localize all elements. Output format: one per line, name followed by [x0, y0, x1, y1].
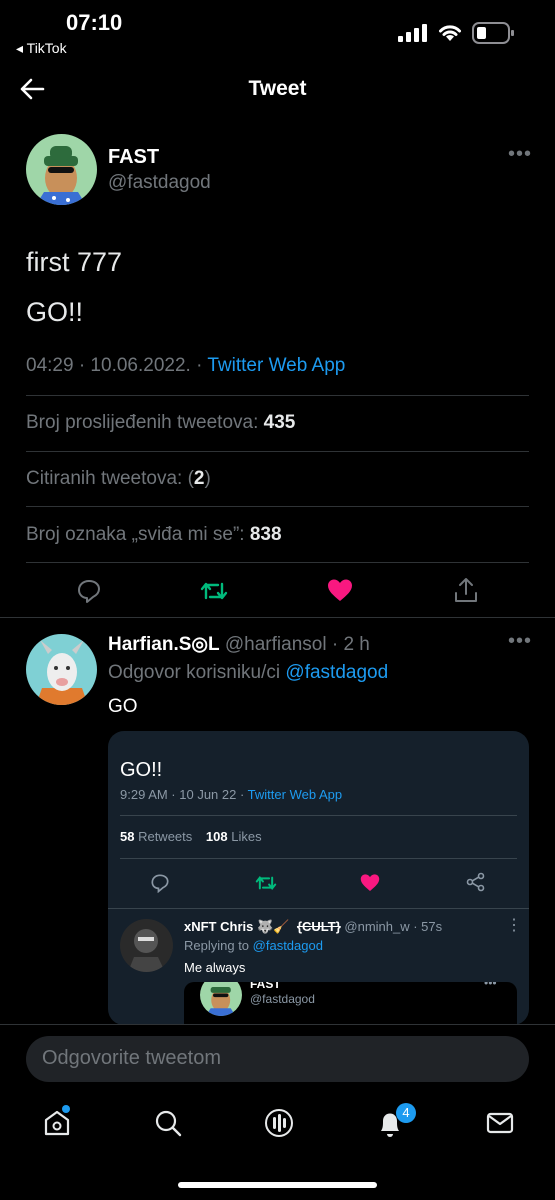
cellular-signal-icon: [398, 24, 428, 42]
wifi-icon: [437, 22, 463, 42]
nested-more-icon: ⋮: [506, 917, 522, 934]
search-tab-icon[interactable]: [153, 1108, 183, 1138]
reply-icon[interactable]: [76, 578, 102, 604]
reply-compose-input[interactable]: Odgovorite tweetom: [26, 1036, 529, 1082]
reply-more-options-icon[interactable]: •••: [508, 630, 532, 653]
home-unread-dot: [62, 1105, 70, 1113]
replying-to-label: Odgovor korisniku/ci: [108, 662, 286, 683]
nested-author-name: xNFT Chris 🐺🧹: [184, 919, 290, 934]
reply-media-image[interactable]: GO!! 9:29 AM · 10 Jun 22 · Twitter Web A…: [108, 731, 529, 1025]
tweet-meta: 04:29 · 10.06.2022. · Twitter Web App: [26, 355, 345, 377]
reply-author-avatar[interactable]: [26, 634, 97, 705]
quote-count-value: 2: [193, 468, 205, 489]
embed-meta: 9:29 AM · 10 Jun 22 · Twitter Web App: [120, 787, 342, 802]
page-title: Tweet: [248, 77, 307, 100]
embed-retweets-label: Retweets: [134, 829, 193, 844]
like-count-label: Broj oznaka „sviđa mi se”:: [26, 524, 250, 545]
divider: [0, 617, 555, 618]
reply-compose-placeholder: Odgovorite tweetom: [42, 1047, 221, 1069]
status-bar: 07:10 ◂ TikTok: [0, 0, 555, 60]
embed-retweet-icon: [255, 873, 277, 893]
tab-bar: 4: [0, 1096, 555, 1200]
notifications-badge: 4: [396, 1103, 416, 1123]
nested-time: · 57s: [409, 919, 443, 934]
tweet-line: GO!!: [26, 297, 84, 327]
author-handle[interactable]: @fastdagod: [108, 172, 211, 194]
retweet-icon[interactable]: [200, 578, 228, 604]
embed-stats: 58 Retweets 108 Likes: [120, 829, 262, 844]
reply-time: · 2 h: [326, 634, 370, 655]
more-options-icon[interactable]: •••: [508, 143, 532, 166]
replying-to-link[interactable]: @fastdagod: [285, 662, 388, 683]
embed-reply-icon: [150, 873, 170, 893]
quote-count-row[interactable]: Citiranih tweetova: (2): [26, 468, 211, 490]
inner-more-icon: •••: [484, 982, 497, 990]
divider: [120, 815, 517, 816]
nested-author-avatar: [120, 919, 173, 972]
tweet-text: first 777 GO!!: [26, 237, 122, 337]
like-heart-icon[interactable]: [327, 578, 353, 602]
inner-avatar: [200, 982, 242, 1016]
like-count-value: 838: [249, 524, 282, 545]
divider: [26, 451, 529, 452]
home-indicator: [178, 1182, 377, 1188]
divider: [26, 506, 529, 507]
embed-tweet-text: GO!!: [120, 759, 163, 781]
reply-author-name[interactable]: Harfian.S◎L: [108, 634, 220, 655]
back-to-app-link[interactable]: ◂ TikTok: [16, 40, 67, 57]
tweet-timestamp: 04:29 · 10.06.2022. ·: [26, 355, 208, 376]
nested-author-handle: @nminh_w: [344, 919, 410, 934]
reply-author-handle[interactable]: @harfiansol: [225, 634, 327, 655]
retweet-count-row[interactable]: Broj proslijeđenih tweetova: 435: [26, 412, 295, 434]
retweet-count-value: 435: [263, 412, 296, 433]
divider: [120, 858, 517, 859]
embed-source: Twitter Web App: [247, 787, 343, 802]
author-avatar[interactable]: [26, 134, 97, 205]
embed-retweets-count: 58: [120, 829, 135, 844]
embed-timestamp: 9:29 AM · 10 Jun 22 ·: [120, 787, 248, 802]
tweet-source-link[interactable]: Twitter Web App: [207, 355, 345, 376]
share-icon[interactable]: [453, 576, 479, 604]
embed-likes-label: Likes: [227, 829, 262, 844]
embed-share-icon: [466, 872, 486, 892]
retweet-count-label: Broj proslijeđenih tweetova:: [26, 412, 264, 433]
spaces-tab-icon[interactable]: [263, 1107, 295, 1139]
like-count-row[interactable]: Broj oznaka „sviđa mi se”: 838: [26, 524, 282, 546]
embed-like-icon: [360, 873, 380, 892]
reply-text: GO: [108, 696, 138, 717]
divider: [26, 562, 529, 563]
nested-replying-to: Replying to @fastdagod: [184, 938, 323, 953]
nested-image: FAST @fastdagod •••: [184, 982, 517, 1025]
quote-count-label: Citiranih tweetova: (: [26, 468, 194, 489]
battery-icon: [472, 22, 514, 44]
replying-to: Odgovor korisniku/ci @fastdagod: [108, 662, 388, 684]
divider: [108, 908, 529, 909]
nested-text: Me always: [184, 960, 246, 975]
status-time: 07:10: [66, 10, 123, 35]
inner-name: FAST: [250, 982, 281, 991]
nested-replying-label: Replying to: [184, 938, 253, 953]
nested-author-tag: {CULT}: [296, 919, 341, 934]
divider: [26, 395, 529, 396]
tweet-line: first 777: [26, 247, 123, 277]
quote-count-suffix: ): [204, 468, 211, 489]
embed-likes-count: 108: [205, 829, 228, 844]
nested-header: xNFT Chris 🐺🧹 {CULT} @nminh_w · 57s: [184, 919, 442, 935]
author-name[interactable]: FAST: [108, 146, 159, 169]
nested-replying-link: @fastdagod: [252, 938, 323, 953]
reply-header: Harfian.S◎L @harfiansol · 2 h: [108, 633, 370, 656]
inner-handle: @fastdagod: [250, 992, 315, 1006]
messages-tab-icon[interactable]: [485, 1110, 515, 1136]
